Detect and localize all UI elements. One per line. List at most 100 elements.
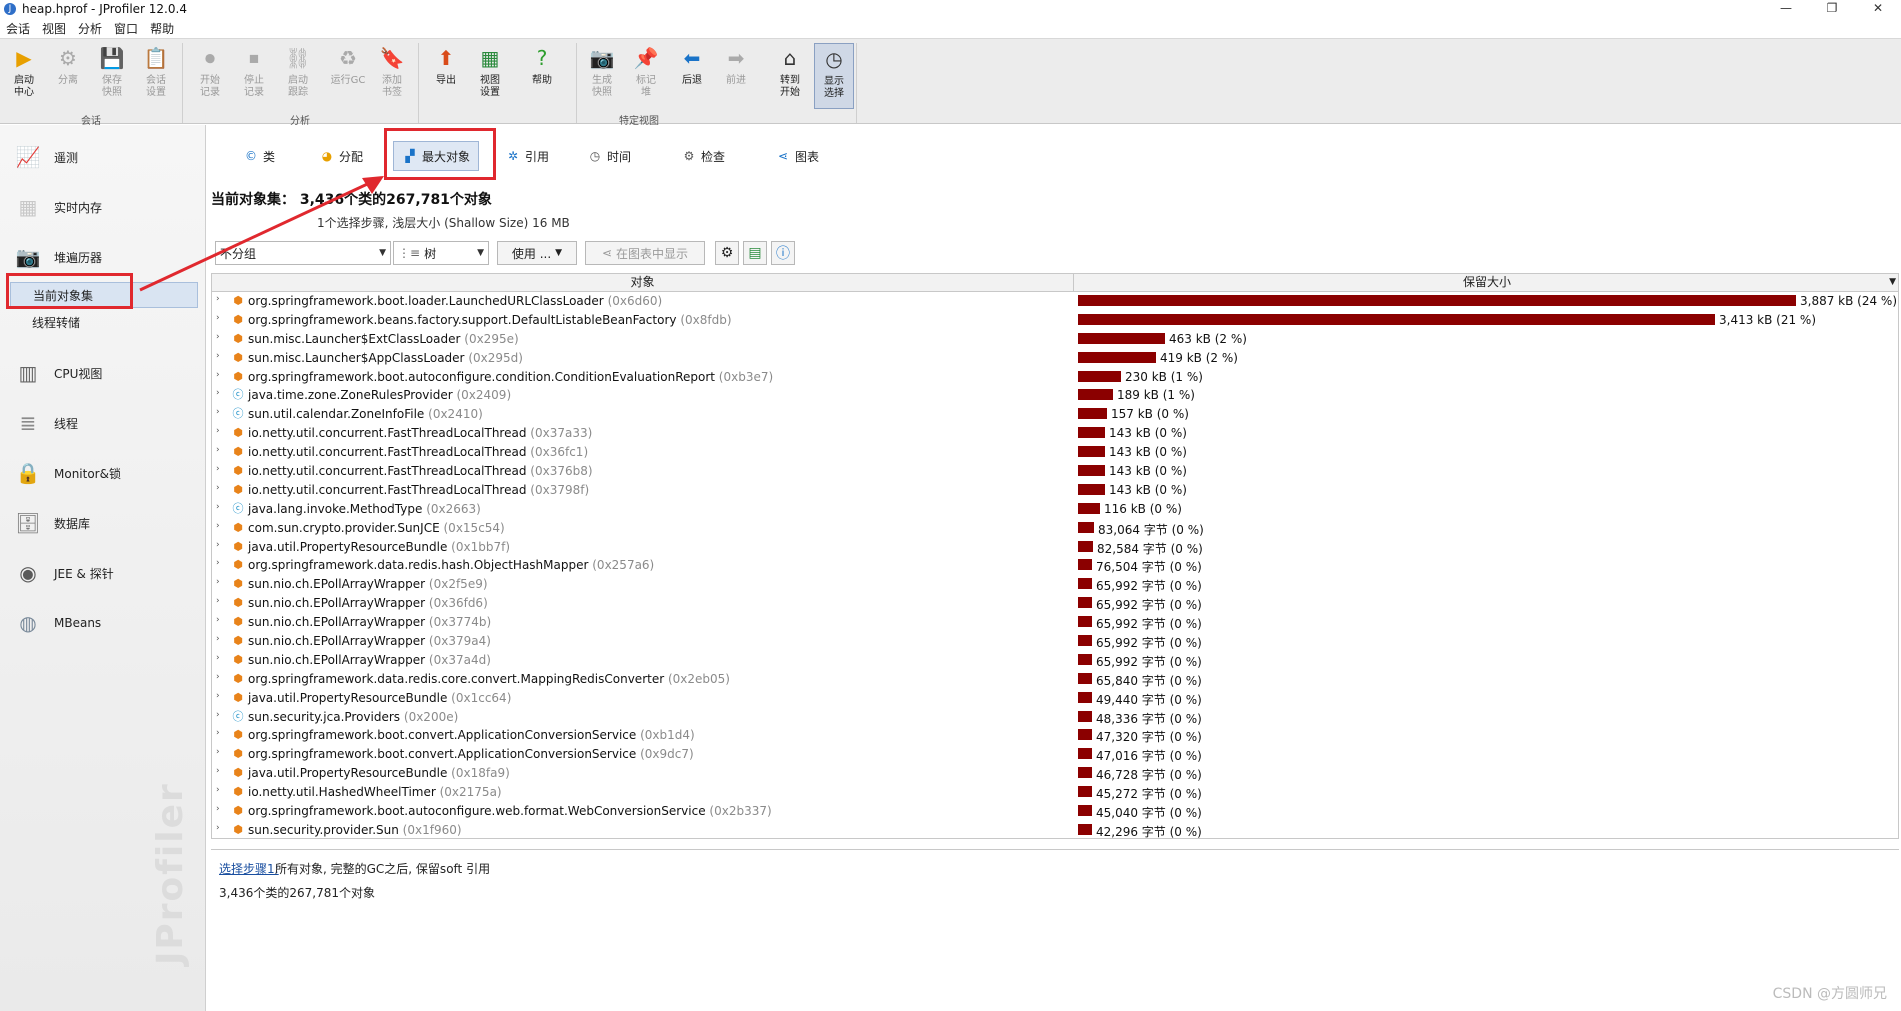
expand-chevron-icon[interactable]: › <box>216 407 220 417</box>
expand-chevron-icon[interactable]: › <box>216 313 220 323</box>
table-row[interactable]: › ⬢ java.util.PropertyResourceBundle (0x1c… <box>212 689 1898 708</box>
table-row[interactable]: › ⬢ org.springframework.data.redis.core.co… <box>212 670 1898 689</box>
save-snapshot-button[interactable]: 💾 保存 快照 <box>92 43 132 109</box>
table-row[interactable]: › ⬢ sun.nio.ch.EPollArrayWrapper (0x37a4d)… <box>212 651 1898 670</box>
sidebar-item-mbeans[interactable]: ◍ MBeans <box>12 603 202 643</box>
show-selection-button[interactable]: ◷ 显示 选择 <box>814 43 854 109</box>
expand-chevron-icon[interactable]: › <box>216 634 220 644</box>
table-row[interactable]: › ⬢ sun.misc.Launcher$AppClassLoader (0x29… <box>212 349 1898 368</box>
sidebar-item-threads[interactable]: ≣ 线程 <box>12 403 202 443</box>
table-row[interactable]: › ⬢ sun.nio.ch.EPollArrayWrapper (0x379a4)… <box>212 632 1898 651</box>
start-recording-button[interactable]: ⏺ 开始 记录 <box>190 43 230 109</box>
table-row[interactable]: › ⬢ org.springframework.boot.convert.Appli… <box>212 745 1898 764</box>
column-header-object[interactable]: 对象 <box>212 274 1074 292</box>
expand-chevron-icon[interactable]: › <box>216 691 220 701</box>
expand-chevron-icon[interactable]: › <box>216 596 220 606</box>
table-row[interactable]: › ⓒ java.lang.invoke.MethodType (0x2663) 11… <box>212 500 1898 519</box>
expand-chevron-icon[interactable]: › <box>216 672 220 682</box>
expand-chevron-icon[interactable]: › <box>216 502 220 512</box>
menu-session[interactable]: 会话 <box>6 20 30 37</box>
expand-chevron-icon[interactable]: › <box>216 388 220 398</box>
sidebar-item-monitor-lock[interactable]: 🔒 Monitor&锁 <box>12 453 202 493</box>
forward-button[interactable]: ➡ 前进 <box>716 43 756 109</box>
expand-chevron-icon[interactable]: › <box>216 747 220 757</box>
stop-recording-button[interactable]: ⏹ 停止 记录 <box>234 43 274 109</box>
expand-chevron-icon[interactable]: › <box>216 823 220 833</box>
column-header-retained-size[interactable]: 保留大小 ▼ <box>1074 274 1898 292</box>
go-to-start-button[interactable]: ⌂ 转到 开始 <box>770 43 810 109</box>
table-row[interactable]: › ⬢ com.sun.crypto.provider.SunJCE (0x15c5… <box>212 519 1898 538</box>
table-row[interactable]: › ⓒ sun.util.calendar.ZoneInfoFile (0x2410… <box>212 405 1898 424</box>
table-row[interactable]: › ⓒ java.time.zone.ZoneRulesProvider (0x24… <box>212 386 1898 405</box>
sidebar-item-live-memory[interactable]: ▦ 实时内存 <box>12 187 202 227</box>
start-center-button[interactable]: ▶ 启动 中心 <box>4 43 44 109</box>
help-button[interactable]: ? 帮助 <box>522 43 562 109</box>
run-gc-button[interactable]: ♻ 运行GC <box>328 43 368 109</box>
sidebar-item-database[interactable]: 🗄 数据库 <box>12 503 202 543</box>
view-mode-select[interactable]: ⋮≡ 树 ▼ <box>393 241 489 265</box>
table-row[interactable]: › ⬢ io.netty.util.concurrent.FastThreadLoc… <box>212 424 1898 443</box>
tab-graph[interactable]: ⋖ 图表 <box>767 141 827 171</box>
expand-chevron-icon[interactable]: › <box>216 464 220 474</box>
expand-chevron-icon[interactable]: › <box>216 558 220 568</box>
expand-chevron-icon[interactable]: › <box>216 785 220 795</box>
tab-time[interactable]: ◷ 时间 <box>579 141 639 171</box>
table-row[interactable]: › ⬢ org.springframework.boot.loader.Launch… <box>212 292 1898 311</box>
expand-chevron-icon[interactable]: › <box>216 766 220 776</box>
table-row[interactable]: › ⬢ sun.security.provider.Sun (0x1f960) 42,… <box>212 821 1898 838</box>
expand-chevron-icon[interactable]: › <box>216 370 220 380</box>
table-row[interactable]: › ⬢ org.springframework.beans.factory.supp… <box>212 311 1898 330</box>
tab-inspection[interactable]: ⚙ 检查 <box>673 141 733 171</box>
expand-chevron-icon[interactable]: › <box>216 351 220 361</box>
tab-allocation[interactable]: ◕ 分配 <box>311 141 371 171</box>
table-row[interactable]: › ⬢ io.netty.util.concurrent.FastThreadLoc… <box>212 462 1898 481</box>
expand-chevron-icon[interactable]: › <box>216 294 220 304</box>
selection-step-link[interactable]: 选择步骤1: <box>219 860 279 877</box>
expand-chevron-icon[interactable]: › <box>216 577 220 587</box>
expand-chevron-icon[interactable]: › <box>216 710 220 720</box>
expand-chevron-icon[interactable]: › <box>216 804 220 814</box>
table-row[interactable]: › ⬢ sun.nio.ch.EPollArrayWrapper (0x3774b)… <box>212 613 1898 632</box>
start-tracking-button[interactable]: ⛓ 启动 跟踪 <box>278 43 318 109</box>
sidebar-item-telemetry[interactable]: 📈 遥测 <box>12 137 202 177</box>
table-row[interactable]: › ⓒ sun.security.jca.Providers (0x200e) 48,… <box>212 708 1898 727</box>
sidebar-item-jee-probes[interactable]: ◉ JEE & 探针 <box>12 553 202 593</box>
use-button[interactable]: 使用 ... ▼ <box>497 241 577 265</box>
menu-window[interactable]: 窗口 <box>114 20 138 37</box>
settings-button[interactable]: ⚙ <box>715 241 739 265</box>
table-row[interactable]: › ⬢ io.netty.util.HashedWheelTimer (0x2175… <box>212 783 1898 802</box>
table-row[interactable]: › ⬢ sun.misc.Launcher$ExtClassLoader (0x29… <box>212 330 1898 349</box>
minimize-button[interactable]: — <box>1763 0 1809 18</box>
table-row[interactable]: › ⬢ org.springframework.boot.autoconfigure… <box>212 802 1898 821</box>
add-bookmark-button[interactable]: 🔖 添加 书签 <box>372 43 412 109</box>
table-row[interactable]: › ⬢ java.util.PropertyResourceBundle (0x18… <box>212 764 1898 783</box>
detach-button[interactable]: ⚙ 分离 <box>48 43 88 109</box>
generate-snapshot-button[interactable]: 📷 生成 快照 <box>582 43 622 109</box>
view-settings-button[interactable]: ▦ 视图 设置 <box>470 43 510 109</box>
table-row[interactable]: › ⬢ java.util.PropertyResourceBundle (0x1b… <box>212 538 1898 557</box>
expand-chevron-icon[interactable]: › <box>216 483 220 493</box>
mark-heap-button[interactable]: 📌 标记 堆 <box>626 43 666 109</box>
session-settings-button[interactable]: 📋 会话 设置 <box>136 43 176 109</box>
export-view-button[interactable]: ▤ <box>743 241 767 265</box>
close-button[interactable]: ✕ <box>1855 0 1901 18</box>
sidebar-item-heap-walker[interactable]: 📷 堆遍历器 <box>12 237 202 277</box>
menu-help[interactable]: 帮助 <box>150 20 174 37</box>
table-row[interactable]: › ⬢ sun.nio.ch.EPollArrayWrapper (0x36fd6)… <box>212 594 1898 613</box>
tab-class[interactable]: © 类 <box>235 141 283 171</box>
restore-button[interactable]: ❐ <box>1809 0 1855 18</box>
table-row[interactable]: › ⬢ io.netty.util.concurrent.FastThreadLoc… <box>212 443 1898 462</box>
sidebar-item-thread-dump[interactable]: 线程转储 <box>10 309 198 335</box>
menu-analyze[interactable]: 分析 <box>78 20 102 37</box>
show-in-graph-button[interactable]: ⋖ 在图表中显示 <box>585 241 705 265</box>
tab-references[interactable]: ✲ 引用 <box>497 141 557 171</box>
expand-chevron-icon[interactable]: › <box>216 332 220 342</box>
table-row[interactable]: › ⬢ org.springframework.boot.convert.Appli… <box>212 726 1898 745</box>
expand-chevron-icon[interactable]: › <box>216 445 220 455</box>
table-row[interactable]: › ⬢ org.springframework.data.redis.hash.Ob… <box>212 556 1898 575</box>
menu-view[interactable]: 视图 <box>42 20 66 37</box>
sidebar-item-cpu-views[interactable]: ▥ CPU视图 <box>12 353 202 393</box>
back-button[interactable]: ⬅ 后退 <box>672 43 712 109</box>
table-row[interactable]: › ⬢ io.netty.util.concurrent.FastThreadLoc… <box>212 481 1898 500</box>
expand-chevron-icon[interactable]: › <box>216 653 220 663</box>
